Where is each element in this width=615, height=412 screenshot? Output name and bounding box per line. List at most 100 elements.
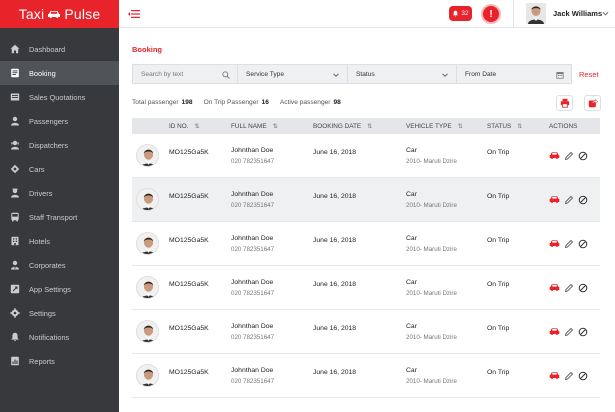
sidebar-item-cars[interactable]: Cars xyxy=(0,157,119,181)
sidebar-item-notifications[interactable]: Notifications xyxy=(0,325,119,349)
from-date-input[interactable]: From Date xyxy=(457,65,571,83)
quotation-icon xyxy=(9,91,21,103)
table-row[interactable]: MO125Ga5K Johnthan Doe 020 782351647 June 1… xyxy=(132,134,600,178)
edit-icon[interactable] xyxy=(563,194,574,205)
row-vehicle-cell: Car 2010- Maruti Dzire xyxy=(406,367,487,385)
row-name: Johnthan Doe xyxy=(231,366,274,374)
search-icon xyxy=(222,71,230,79)
row-date: June 16, 2018 xyxy=(313,237,357,244)
row-status: On Trip xyxy=(487,193,510,200)
table-row[interactable]: MO125Ga5K Johnthan Doe 020 782351647 June 1… xyxy=(132,222,600,266)
sidebar-item-hotels[interactable]: Hotels xyxy=(0,229,119,253)
stat-ontrip-value: 16 xyxy=(261,99,269,106)
row-date: June 16, 2018 xyxy=(313,281,357,288)
status-select[interactable]: Status xyxy=(348,65,457,83)
alert-icon: ! xyxy=(489,8,493,20)
export-button[interactable] xyxy=(584,95,601,111)
print-button[interactable] xyxy=(556,95,573,111)
table-row[interactable]: MO125Ga5K Johnthan Doe 020 782351647 June 1… xyxy=(132,354,600,398)
row-name-cell: Johnthan Doe 020 782351647 xyxy=(231,279,313,297)
sidebar-item-label: Dashboard xyxy=(29,44,66,54)
sidebar-nav: Dashboard Booking Sales Quotations Passenge… xyxy=(0,37,119,373)
bell-icon xyxy=(453,10,459,17)
sidebar-item-drivers[interactable]: Drivers xyxy=(0,181,119,205)
header-vehicle[interactable]: VEHICLE TYPE ⇅ xyxy=(406,123,487,130)
sidebar-item-app-settings[interactable]: App Settings xyxy=(0,277,119,301)
sort-icon: ⇅ xyxy=(367,123,373,130)
edit-icon[interactable] xyxy=(563,370,574,381)
passenger-avatar xyxy=(136,276,159,299)
sort-icon: ⇅ xyxy=(457,123,463,130)
sidebar-item-passengers[interactable]: Passengers xyxy=(0,109,119,133)
user-name[interactable]: Jack Williams xyxy=(553,9,602,18)
brand-logo[interactable]: Taxi Pulse xyxy=(0,0,119,28)
row-model: 2010- Maruti Dzire xyxy=(406,157,457,165)
block-icon[interactable] xyxy=(577,282,588,293)
reset-link[interactable]: Reset xyxy=(579,70,599,79)
edit-icon[interactable] xyxy=(563,282,574,293)
row-vehicle-cell: Car 2010- Maruti Dzire xyxy=(406,323,487,341)
row-name: Johnthan Doe xyxy=(231,146,274,154)
row-status: On Trip xyxy=(487,325,510,332)
search-input[interactable]: Search by text xyxy=(133,65,238,83)
block-icon[interactable] xyxy=(577,150,588,161)
stat-active-value: 98 xyxy=(333,99,341,106)
notification-count: 32 xyxy=(461,10,469,17)
table-row[interactable]: MO125Ga5K Johnthan Doe 020 782351647 June 1… xyxy=(132,178,600,222)
booking-table: ID NO. ⇅ FULL NAME ⇅ BOOKING DATE ⇅ VEHICLE… xyxy=(132,118,600,398)
car-icon[interactable] xyxy=(549,370,560,381)
menu-toggle-icon[interactable] xyxy=(128,9,140,19)
report-icon xyxy=(9,355,21,367)
sidebar-item-settings[interactable]: Settings xyxy=(0,301,119,325)
header-status[interactable]: STATUS ⇅ xyxy=(487,123,549,130)
car-icon[interactable] xyxy=(549,194,560,205)
sidebar-item-staff-transport[interactable]: Staff Transport xyxy=(0,205,119,229)
car-tag-icon xyxy=(9,163,21,175)
car-icon[interactable] xyxy=(549,282,560,293)
table-row[interactable]: MO125Ga5K Johnthan Doe 020 782351647 June 1… xyxy=(132,310,600,354)
block-icon[interactable] xyxy=(577,238,588,249)
edit-icon[interactable] xyxy=(563,326,574,337)
block-icon[interactable] xyxy=(577,326,588,337)
row-vehicle-cell: Car 2010- Maruti Dzire xyxy=(406,235,487,253)
row-name: Johnthan Doe xyxy=(231,234,274,242)
chevron-down-icon[interactable] xyxy=(602,10,609,17)
car-icon[interactable] xyxy=(549,326,560,337)
sidebar-item-booking[interactable]: Booking xyxy=(0,61,119,85)
gear-icon xyxy=(9,307,21,319)
sidebar-item-sales-quotations[interactable]: Sales Quotations xyxy=(0,85,119,109)
row-date: June 16, 2018 xyxy=(313,369,357,376)
sidebar-item-dashboard[interactable]: Dashboard xyxy=(0,37,119,61)
block-icon[interactable] xyxy=(577,370,588,381)
brand-word-1: Taxi xyxy=(18,6,45,22)
row-status: On Trip xyxy=(487,281,510,288)
row-name: Johnthan Doe xyxy=(231,322,274,330)
chevron-down-icon xyxy=(441,71,449,79)
notification-button[interactable]: 32 xyxy=(449,6,472,21)
sidebar-item-corporates[interactable]: Corporates xyxy=(0,253,119,277)
corporate-icon xyxy=(9,259,21,271)
header-date[interactable]: BOOKING DATE ⇅ xyxy=(313,123,406,130)
service-type-select[interactable]: Service Type xyxy=(238,65,348,83)
passenger-stats: Total passenger 198 On Trip Passenger 16 A… xyxy=(132,99,341,106)
edit-icon[interactable] xyxy=(563,238,574,249)
alert-button[interactable]: ! xyxy=(481,4,501,24)
row-phone: 020 782351647 xyxy=(231,201,275,209)
table-row[interactable]: MO125Ga5K Johnthan Doe 020 782351647 June 1… xyxy=(132,266,600,310)
sidebar-item-label: Notifications xyxy=(29,332,70,342)
user-avatar[interactable] xyxy=(526,3,546,24)
sidebar-item-label: Dispatchers xyxy=(29,140,69,150)
row-phone: 020 782351647 xyxy=(231,157,275,165)
header-name[interactable]: FULL NAME ⇅ xyxy=(231,123,313,130)
car-icon[interactable] xyxy=(549,238,560,249)
header-id[interactable]: ID NO. ⇅ xyxy=(169,123,231,130)
row-status: On Trip xyxy=(487,149,510,156)
status-label: Status xyxy=(356,70,375,78)
sidebar-item-reports[interactable]: Reports xyxy=(0,349,119,373)
row-actions xyxy=(549,326,600,337)
edit-icon[interactable] xyxy=(563,150,574,161)
row-model: 2010- Maruti Dzire xyxy=(406,245,457,253)
block-icon[interactable] xyxy=(577,194,588,205)
car-icon[interactable] xyxy=(549,150,560,161)
sidebar-item-dispatchers[interactable]: Dispatchers xyxy=(0,133,119,157)
